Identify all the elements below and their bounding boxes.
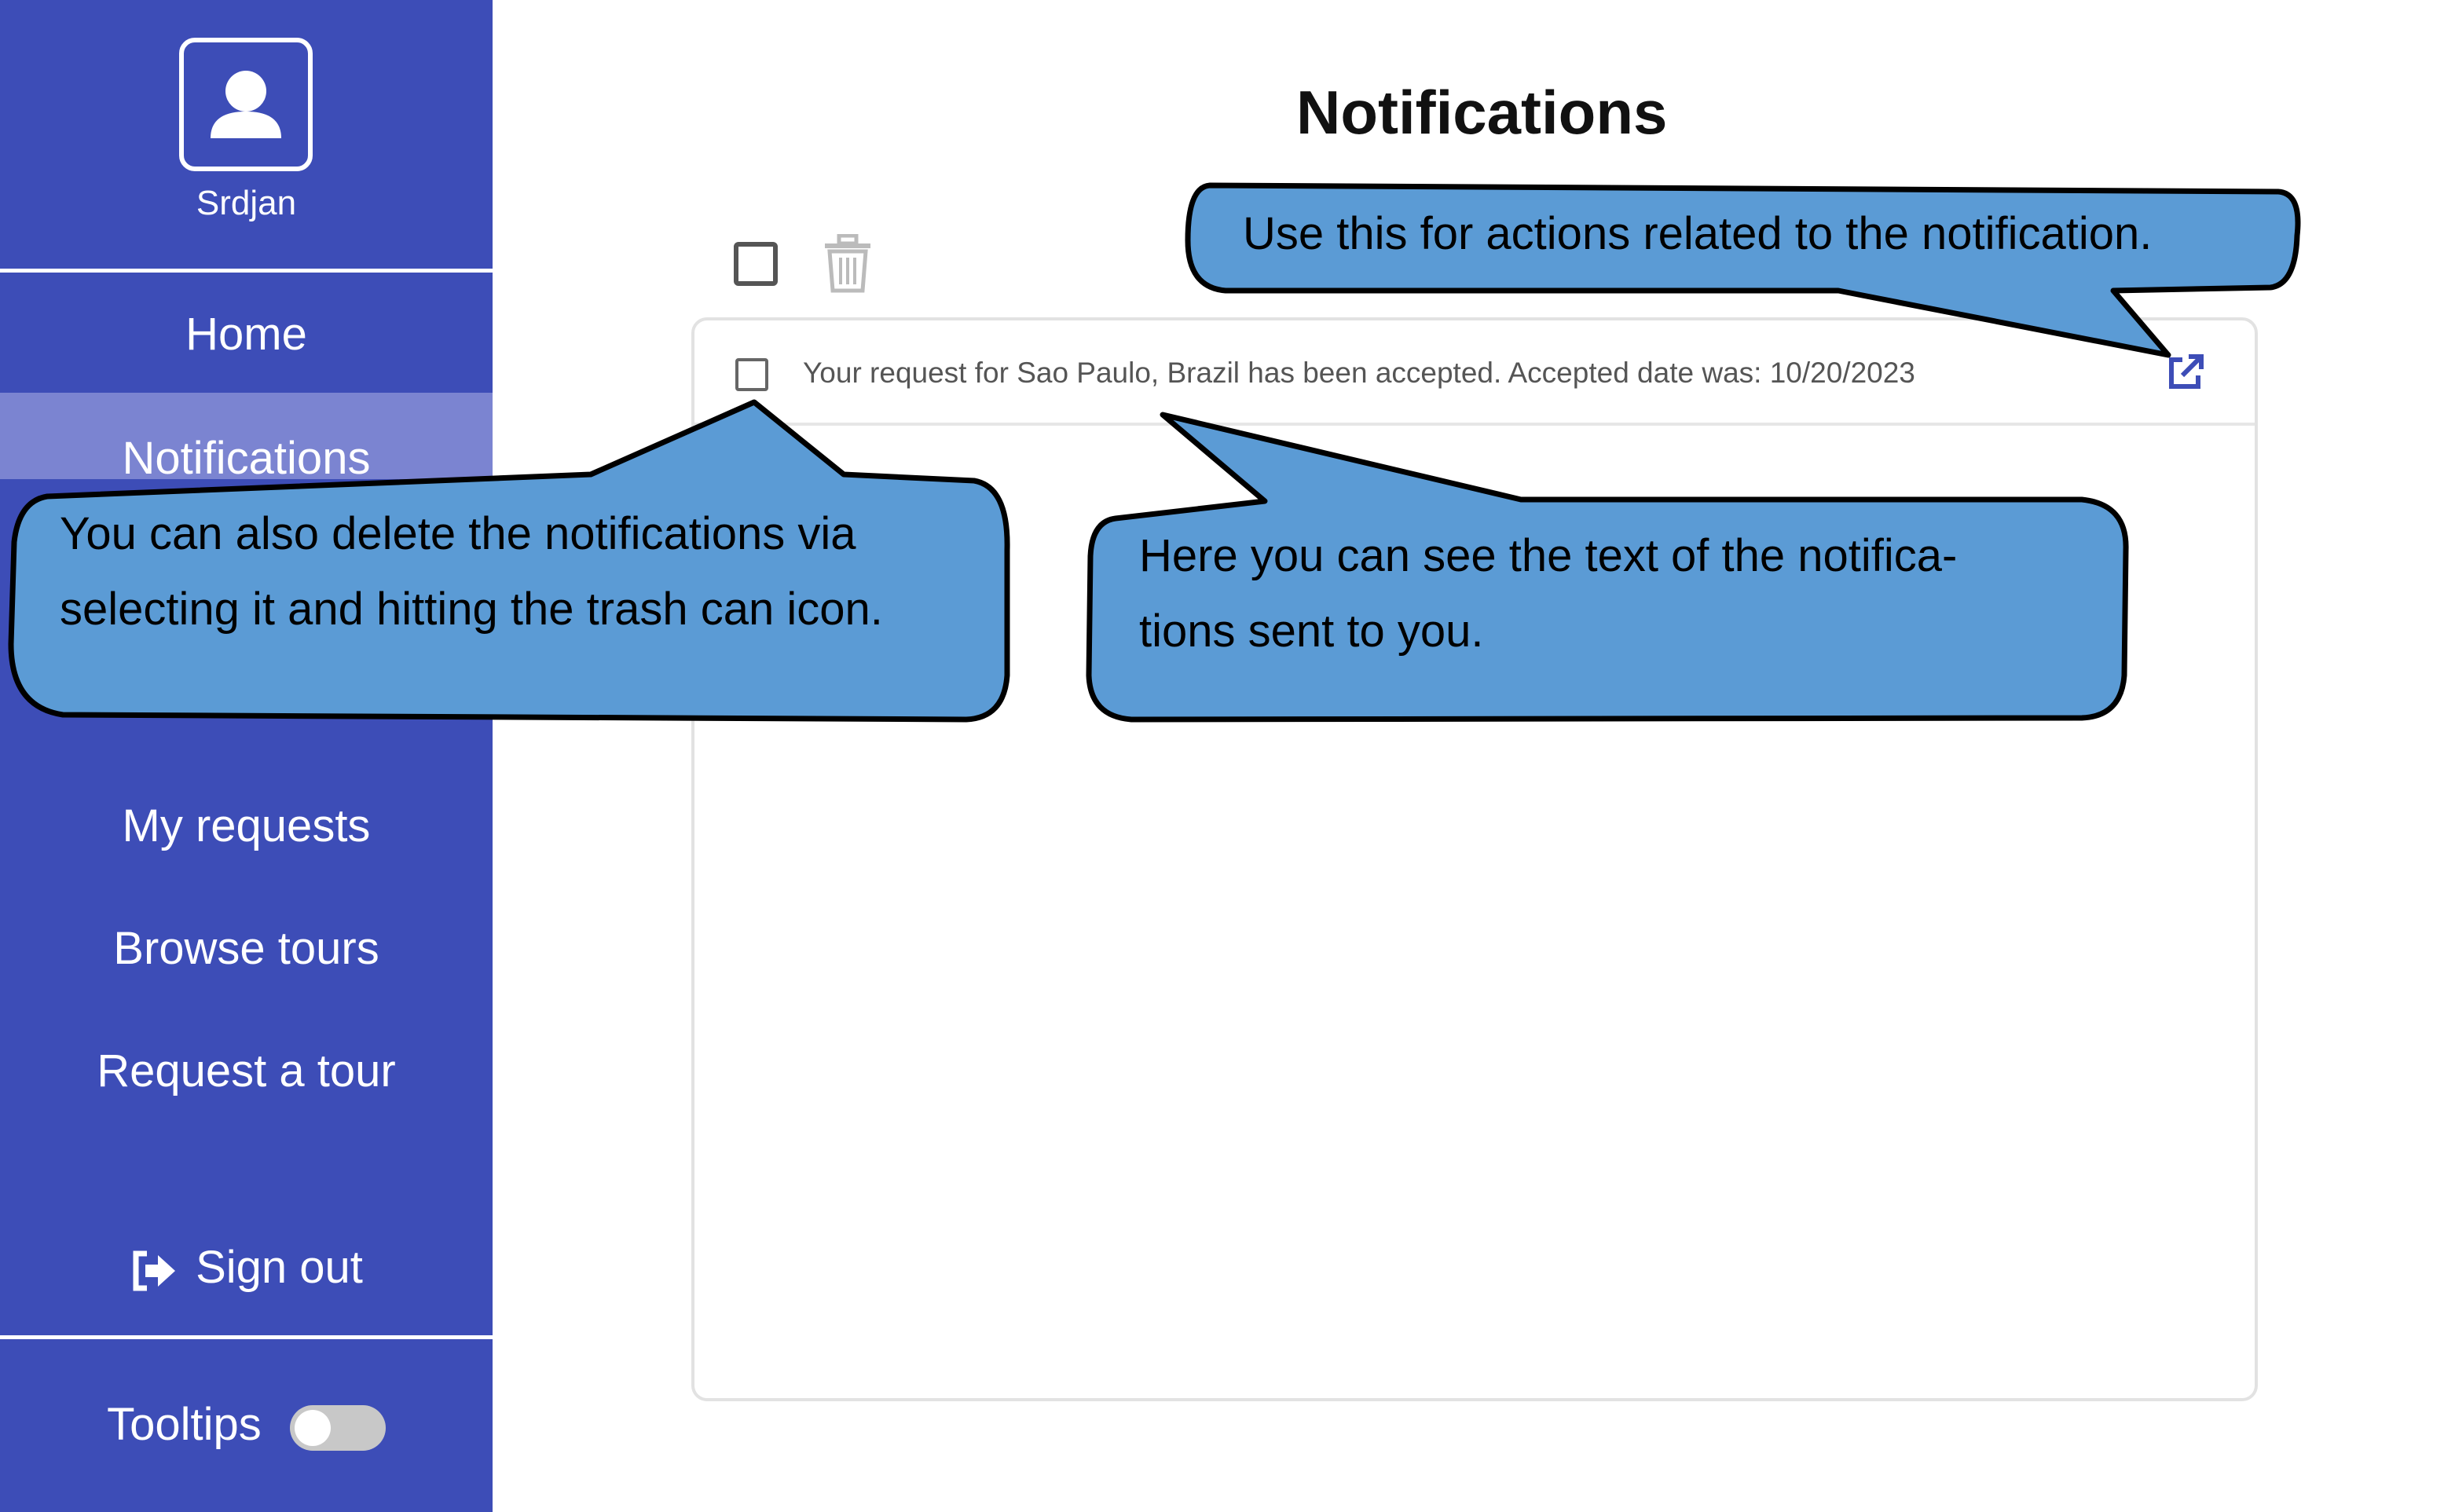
divider (0, 269, 493, 273)
page-title: Notifications (1296, 78, 1668, 147)
notification-row[interactable]: Your request for Sao Paulo, Brazil has b… (694, 320, 2255, 426)
notification-text: Your request for Sao Paulo, Brazil has b… (803, 357, 1915, 389)
sidebar-item-notifications[interactable]: Notifications (0, 432, 493, 485)
sidebar-item-home[interactable]: Home (0, 308, 493, 361)
sidebar: Srdjan Home Notifications My requests Br… (0, 0, 493, 1512)
callout-delete-line1: You can also delete the notifications vi… (60, 508, 856, 559)
avatar[interactable] (179, 38, 313, 171)
notification-checkbox[interactable] (735, 358, 768, 391)
user-icon (211, 71, 281, 138)
sidebar-item-my-requests[interactable]: My requests (0, 800, 493, 852)
sidebar-item-request-a-tour[interactable]: Request a tour (0, 1045, 493, 1097)
callout-delete-line2: selecting it and hitting the trash can i… (60, 584, 883, 635)
callout-actions-text: Use this for actions related to the noti… (1243, 208, 2153, 259)
open-external-icon[interactable] (2165, 353, 2204, 393)
sidebar-item-browse-tours[interactable]: Browse tours (0, 922, 493, 975)
sign-out-button[interactable]: Sign out (0, 1241, 493, 1294)
sign-out-icon (133, 1250, 176, 1291)
tooltips-label: Tooltips (107, 1399, 262, 1450)
notifications-panel: Your request for Sao Paulo, Brazil has b… (691, 317, 2258, 1401)
toggle-knob (294, 1409, 331, 1446)
callout-text-line1: Here you can see the text of the notific… (1139, 530, 1958, 581)
username: Srdjan (196, 184, 297, 222)
tooltips-toggle[interactable] (289, 1404, 386, 1451)
divider (0, 1335, 493, 1339)
callout-text-line2: tions sent to you. (1139, 606, 1484, 657)
sign-out-label: Sign out (196, 1242, 363, 1293)
trash-icon[interactable] (822, 234, 874, 294)
tooltips-row: Tooltips (0, 1398, 493, 1451)
select-all-checkbox[interactable] (734, 242, 778, 286)
